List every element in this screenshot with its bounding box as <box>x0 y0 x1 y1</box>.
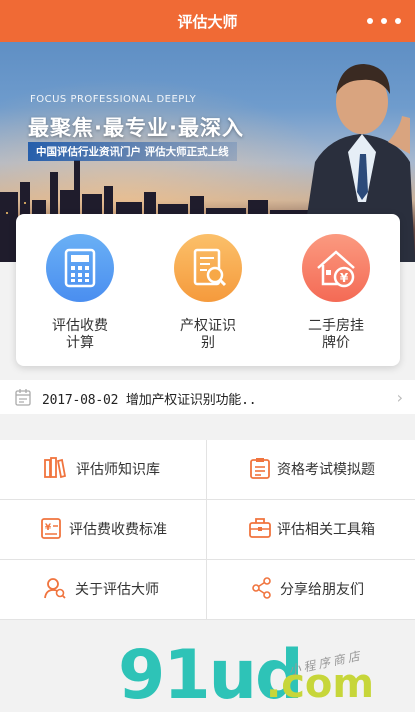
menu-grid: 评估师知识库 资格考试模拟题 ¥ 评估费收费标准 评估相关工具箱 关于评估大师 … <box>0 440 415 620</box>
fee-calculator-button[interactable]: 评估收费 计算 <box>25 234 135 354</box>
menu-item-fee-standard[interactable]: ¥ 评估费收费标准 <box>0 500 207 560</box>
more-dot-icon <box>395 18 401 24</box>
chevron-right-icon: › <box>396 388 403 407</box>
calculator-icon <box>46 234 114 302</box>
svg-text:¥: ¥ <box>45 523 52 533</box>
menu-item-exam-questions[interactable]: 资格考试模拟题 <box>207 440 415 500</box>
feature-card: 评估收费 计算 产权证识 别 ¥ 二手房挂 牌价 <box>16 214 400 366</box>
banner-english-tagline: FOCUS PROFESSIONAL DEEPLY <box>30 94 197 105</box>
announcement-bar[interactable]: 2017-08-02 增加产权证识别功能.. › <box>0 380 415 414</box>
feature-label: 二手房挂 牌价 <box>308 318 364 351</box>
fee-document-icon: ¥ <box>41 518 61 539</box>
menu-item-label: 评估师知识库 <box>76 462 160 478</box>
app-header: 评估大师 <box>0 0 415 42</box>
checklist-icon <box>250 458 270 479</box>
share-icon <box>252 577 271 599</box>
more-dot-icon <box>381 18 387 24</box>
menu-item-share[interactable]: 分享给朋友们 <box>207 560 415 620</box>
app-title: 评估大师 <box>177 13 238 31</box>
property-certificate-recognition-button[interactable]: 产权证识 别 <box>153 234 263 354</box>
menu-item-knowledge-base[interactable]: 评估师知识库 <box>0 440 207 500</box>
svg-text:¥: ¥ <box>340 271 349 285</box>
calendar-icon <box>15 389 31 406</box>
banner-subline: 中国评估行业资讯门户 评估大师正式上线 <box>28 142 237 161</box>
feature-label: 评估收费 计算 <box>52 318 108 351</box>
menu-item-label: 评估费收费标准 <box>69 522 167 538</box>
more-options-button[interactable] <box>367 18 401 24</box>
feature-label: 产权证识 别 <box>180 318 236 351</box>
house-price-icon: ¥ <box>302 234 370 302</box>
menu-item-toolbox[interactable]: 评估相关工具箱 <box>207 500 415 560</box>
menu-item-about[interactable]: 关于评估大师 <box>0 560 207 620</box>
more-dot-icon <box>367 18 373 24</box>
second-hand-house-price-button[interactable]: ¥ 二手房挂 牌价 <box>281 234 391 354</box>
document-scan-icon <box>174 234 242 302</box>
books-icon <box>44 457 66 479</box>
menu-item-label: 评估相关工具箱 <box>277 522 375 538</box>
announcement-text: 2017-08-02 增加产权证识别功能.. <box>42 393 257 408</box>
banner-headline: 最聚焦·最专业·最深入 <box>28 116 244 140</box>
menu-item-label: 分享给朋友们 <box>280 582 364 598</box>
toolbox-icon <box>249 518 271 538</box>
menu-item-label: 资格考试模拟题 <box>277 462 375 478</box>
menu-item-label: 关于评估大师 <box>75 582 159 598</box>
user-search-icon <box>44 578 66 599</box>
